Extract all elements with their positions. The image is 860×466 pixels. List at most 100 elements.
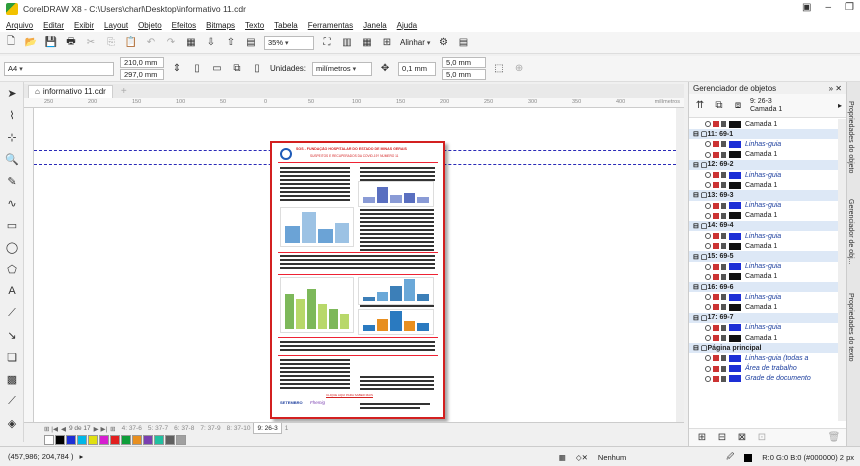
- open-icon[interactable]: 📂: [24, 36, 38, 50]
- new-master-layer-all-icon[interactable]: ⊠: [735, 431, 749, 445]
- print-toggle-icon[interactable]: [713, 304, 719, 311]
- duplicate-x-field[interactable]: 5,0 mm: [442, 57, 487, 68]
- print-toggle-icon[interactable]: [713, 121, 719, 128]
- connector-tool-icon[interactable]: ↘: [0, 324, 24, 346]
- color-swatch[interactable]: [110, 435, 120, 445]
- full-screen-icon[interactable]: ⛶: [320, 36, 334, 50]
- print-toggle-icon[interactable]: [713, 355, 719, 362]
- object-tree-page[interactable]: ⊟ ▢ 17: 69-7: [689, 312, 839, 323]
- menu-bitmaps[interactable]: Bitmaps: [206, 21, 235, 30]
- lock-icon[interactable]: [721, 273, 726, 280]
- lock-icon[interactable]: [721, 324, 726, 331]
- menu-editar[interactable]: Editar: [43, 21, 64, 30]
- expand-page-icon[interactable]: ⊟ ▢: [693, 314, 707, 322]
- print-toggle-icon[interactable]: [713, 324, 719, 331]
- layer-color-swatch[interactable]: [729, 303, 741, 311]
- print-toggle-icon[interactable]: [713, 202, 719, 209]
- color-swatch[interactable]: [176, 435, 186, 445]
- shape-tool-icon[interactable]: ⌇: [0, 104, 24, 126]
- object-tree-layer[interactable]: Camada 1: [689, 272, 839, 282]
- print-toggle-icon[interactable]: [713, 141, 719, 148]
- layer-color-swatch[interactable]: [729, 263, 741, 271]
- color-swatch[interactable]: [132, 435, 142, 445]
- ellipse-tool-icon[interactable]: ◯: [0, 236, 24, 258]
- drop-shadow-icon[interactable]: ❏: [0, 346, 24, 368]
- vertical-ruler[interactable]: [24, 108, 34, 422]
- color-swatch[interactable]: [99, 435, 109, 445]
- document-page[interactable]: SOS - FUNDAÇÃO HOSPITALAR DO ESTADO DE M…: [270, 141, 445, 419]
- interactive-fill-icon[interactable]: ◈: [0, 412, 24, 434]
- layer-color-swatch[interactable]: [729, 273, 741, 281]
- vertical-scrollbar[interactable]: [676, 108, 684, 422]
- lock-icon[interactable]: [721, 151, 726, 158]
- object-tree-layer[interactable]: Camada 1: [689, 150, 839, 160]
- page-height-field[interactable]: 297,0 mm: [120, 69, 164, 80]
- visibility-icon[interactable]: [705, 304, 711, 311]
- paper-size-dropdown[interactable]: A4: [4, 61, 114, 76]
- lock-icon[interactable]: [721, 233, 726, 240]
- color-swatch[interactable]: [44, 435, 54, 445]
- visibility-icon[interactable]: [705, 141, 711, 148]
- layer-color-swatch[interactable]: [729, 354, 741, 362]
- add-page-icon[interactable]: ⊞: [110, 425, 115, 433]
- user-icon[interactable]: ▣: [802, 2, 811, 13]
- visibility-icon[interactable]: [705, 263, 711, 270]
- page-tab[interactable]: 8: 37-10: [224, 423, 254, 434]
- text-tool-icon[interactable]: A: [0, 280, 24, 302]
- lock-icon[interactable]: [721, 365, 726, 372]
- print-toggle-icon[interactable]: [713, 233, 719, 240]
- color-swatch[interactable]: [55, 435, 65, 445]
- layer-manager-view-icon[interactable]: ⧉: [712, 99, 726, 113]
- visibility-icon[interactable]: [705, 243, 711, 250]
- layer-color-swatch[interactable]: [729, 140, 741, 148]
- object-tree-guides-layer[interactable]: Linhas-guia: [689, 292, 839, 302]
- object-tree-page[interactable]: ⊟ ▢ Página principal: [689, 343, 839, 354]
- options-gear-icon[interactable]: ⚙: [436, 36, 450, 50]
- parallel-dimension-icon[interactable]: ⟋: [0, 302, 24, 324]
- page-tab[interactable]: 1: [282, 423, 292, 434]
- object-tree-layer[interactable]: Camada 1: [689, 211, 839, 221]
- layer-color-swatch[interactable]: [729, 334, 741, 342]
- horizontal-ruler[interactable]: 250 200 150 100 50 0 50 100 150 200 250 300 350 400 mi…: [24, 98, 684, 108]
- zoom-tool-icon[interactable]: 🔍: [0, 148, 24, 170]
- undo-icon[interactable]: ↶: [144, 36, 158, 50]
- color-swatch[interactable]: [77, 435, 87, 445]
- color-swatch[interactable]: [66, 435, 76, 445]
- layer-color-swatch[interactable]: [729, 365, 741, 373]
- delete-icon[interactable]: 🗑: [827, 431, 841, 445]
- docker-tab[interactable]: Propriedades do objeto: [847, 82, 854, 192]
- print-toggle-icon[interactable]: [713, 172, 719, 179]
- visibility-icon[interactable]: [705, 172, 711, 179]
- search-content-icon[interactable]: ▦: [184, 36, 198, 50]
- lock-icon[interactable]: [721, 355, 726, 362]
- layer-color-swatch[interactable]: [729, 324, 741, 332]
- page-tab[interactable]: 7: 37-9: [197, 423, 223, 434]
- lock-icon[interactable]: [721, 304, 726, 311]
- object-tree-guides-layer[interactable]: Área de trabalho: [689, 364, 839, 374]
- polygon-tool-icon[interactable]: ⬠: [0, 258, 24, 280]
- lock-icon[interactable]: [721, 212, 726, 219]
- eyedropper-icon[interactable]: ⟋: [0, 390, 24, 412]
- menu-ferramentas[interactable]: Ferramentas: [308, 21, 353, 30]
- object-tree-guides-layer[interactable]: Linhas-guia: [689, 231, 839, 241]
- color-swatch[interactable]: [165, 435, 175, 445]
- docker-tab[interactable]: Gerenciador de obj...: [847, 192, 854, 272]
- page-tab[interactable]: 4: 37-6: [119, 423, 145, 434]
- copy-icon[interactable]: ⎘: [104, 36, 118, 50]
- layer-color-swatch[interactable]: [729, 293, 741, 301]
- layer-color-swatch[interactable]: [729, 202, 741, 210]
- visibility-icon[interactable]: [705, 365, 711, 372]
- align-dropdown[interactable]: Alinhar: [400, 38, 430, 47]
- object-tree-guides-layer[interactable]: Grade de documento: [689, 374, 839, 384]
- first-page-icon[interactable]: ⊞ |◀: [44, 425, 58, 433]
- fill-color-icon[interactable]: ▦: [559, 453, 566, 462]
- object-tree-layer[interactable]: Camada 1: [689, 180, 839, 190]
- object-tree-guides-layer[interactable]: Linhas-guia: [689, 323, 839, 333]
- menu-layout[interactable]: Layout: [104, 21, 128, 30]
- portrait-icon[interactable]: ▯: [190, 62, 204, 76]
- edit-across-layers-icon[interactable]: ⧈: [731, 99, 745, 113]
- object-tree-page[interactable]: ⊟ ▢ 14: 69-4: [689, 220, 839, 232]
- flyout-arrow-icon[interactable]: ▸: [838, 101, 842, 110]
- print-toggle-icon[interactable]: [713, 243, 719, 250]
- crop-tool-icon[interactable]: ⊹: [0, 126, 24, 148]
